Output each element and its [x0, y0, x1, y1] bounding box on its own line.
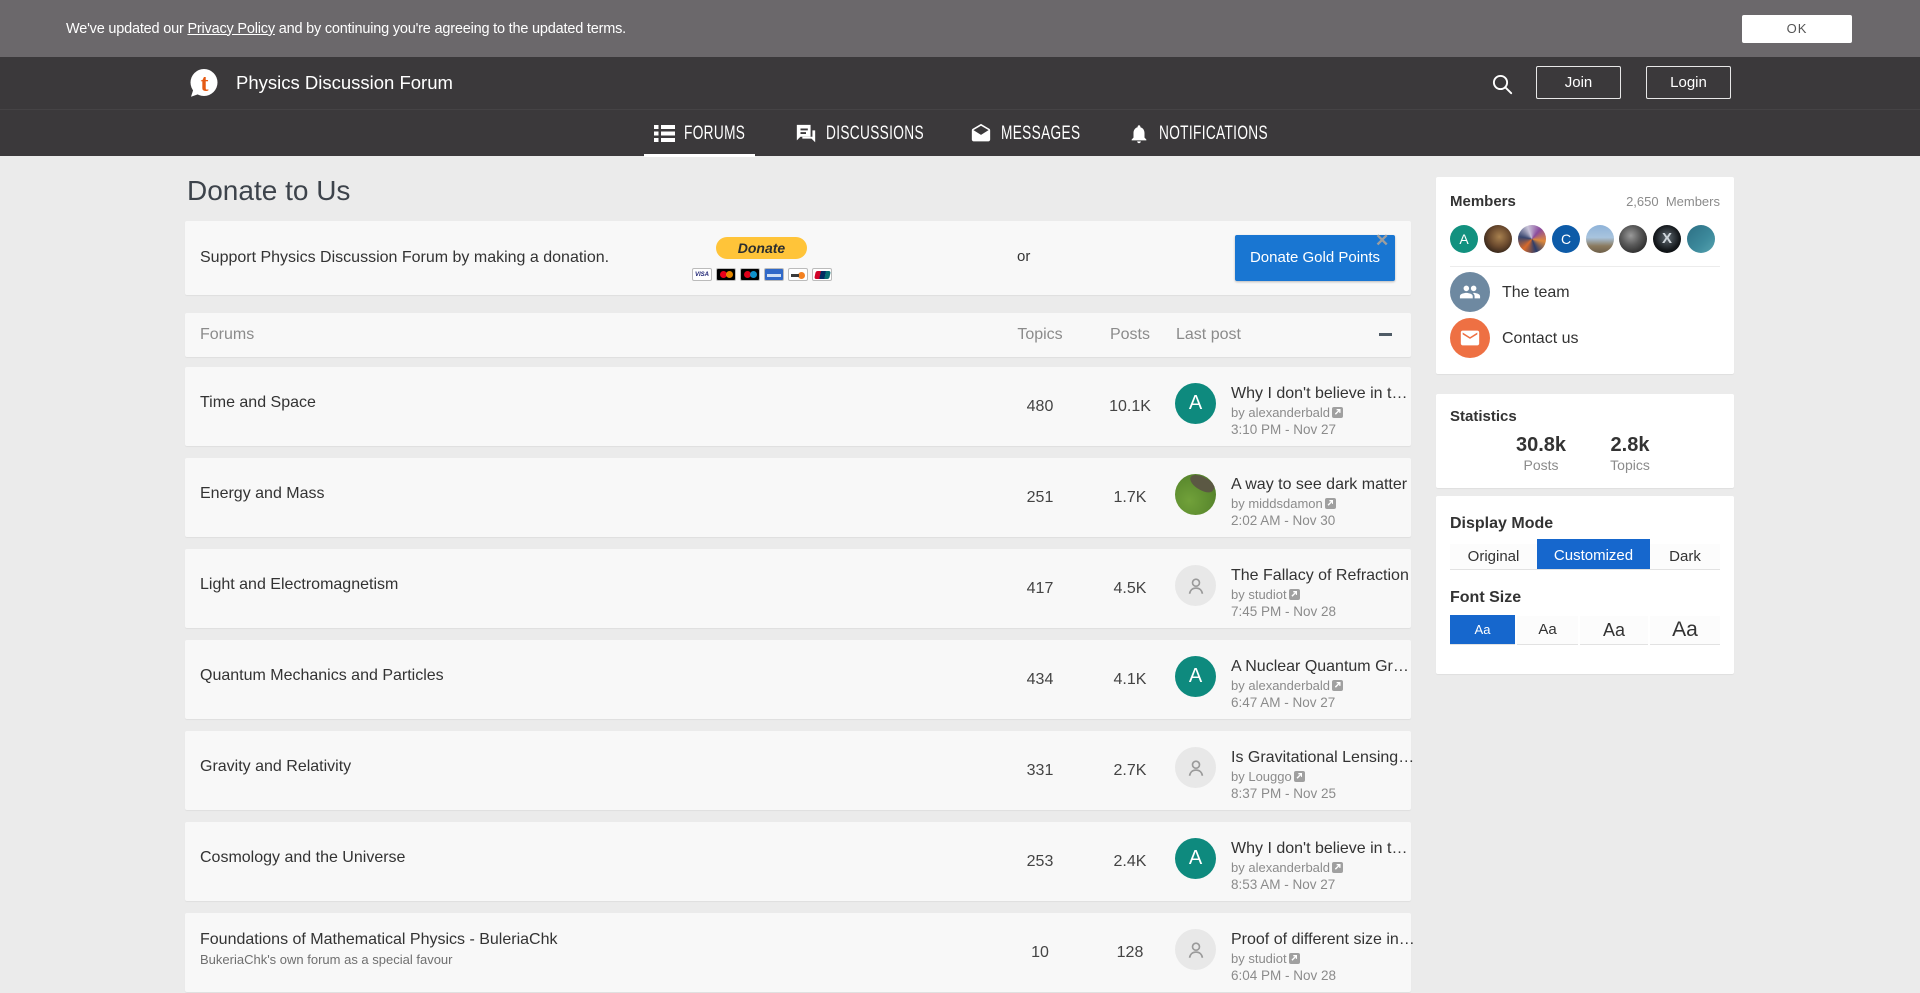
svg-text:t: t — [201, 71, 209, 97]
